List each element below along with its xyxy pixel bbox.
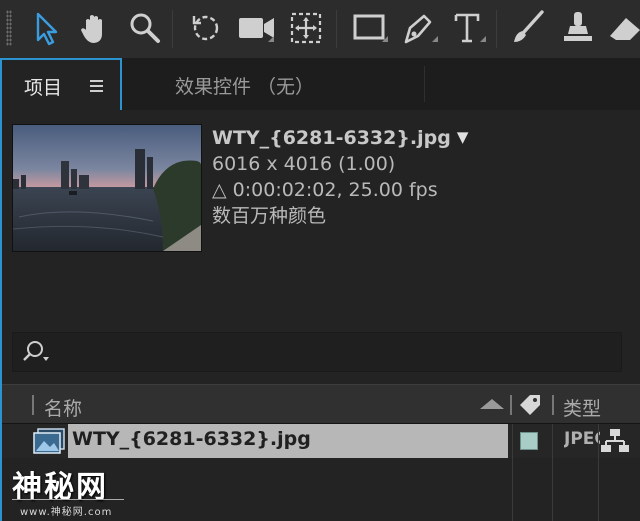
rotate-tool-icon[interactable] [184, 6, 228, 50]
watermark-subtitle: www.神秘网.com [20, 507, 113, 518]
rectangle-tool-icon[interactable] [348, 6, 392, 50]
hand-tool-icon[interactable] [72, 6, 116, 50]
column-type[interactable]: 类型 [563, 394, 601, 421]
zoom-tool-icon[interactable] [122, 6, 166, 50]
pen-tool-icon[interactable] [398, 6, 442, 50]
footage-colors: 数百万种颜色 [212, 205, 327, 227]
pan-behind-tool-icon[interactable] [284, 6, 328, 50]
panel-tabs: 项目 效果控件 （无） [2, 58, 640, 110]
watermark-divider [12, 499, 124, 500]
search-icon [23, 341, 49, 361]
toolbar [0, 0, 640, 59]
item-name[interactable]: WTY_{6281-6332}.jpg [72, 428, 311, 450]
column-name[interactable]: 名称 [44, 394, 82, 421]
item-type: JPEG [564, 429, 600, 449]
footage-thumbnail [12, 124, 202, 252]
tab-effect-controls[interactable]: 效果控件 （无） [175, 72, 314, 99]
footage-name: WTY_{6281-6332}.jpg [212, 127, 451, 149]
image-footage-icon [33, 428, 65, 454]
label-color-swatch[interactable] [520, 432, 538, 450]
label-tag-icon[interactable] [516, 391, 544, 419]
search-input[interactable] [12, 332, 622, 372]
selection-tool-icon[interactable] [24, 6, 68, 50]
type-tool-icon[interactable] [446, 6, 490, 50]
footage-info: WTY_{6281-6332}.jpg ▼ 6016 x 4016 (1.00) … [212, 124, 468, 229]
footage-dimensions: 6016 x 4016 (1.00) [212, 153, 396, 175]
toolbar-grip[interactable] [6, 10, 12, 46]
tab-project-label: 项目 [24, 77, 63, 99]
flowchart-icon[interactable] [600, 427, 630, 455]
footage-duration: △ 0:00:02:02, 25.00 fps [212, 179, 438, 201]
brush-tool-icon[interactable] [506, 6, 550, 50]
camera-tool-icon[interactable] [234, 6, 278, 50]
table-row[interactable]: WTY_{6281-6332}.jpg JPEG [2, 424, 640, 458]
column-header: 名称 类型 [2, 384, 640, 424]
clone-stamp-tool-icon[interactable] [556, 6, 600, 50]
eraser-tool-icon[interactable] [604, 6, 640, 50]
sort-ascending-icon[interactable] [478, 397, 506, 411]
panel-menu-icon[interactable] [90, 80, 103, 92]
tab-project[interactable]: 项目 [2, 58, 122, 110]
dropdown-caret-icon[interactable]: ▼ [457, 124, 469, 150]
